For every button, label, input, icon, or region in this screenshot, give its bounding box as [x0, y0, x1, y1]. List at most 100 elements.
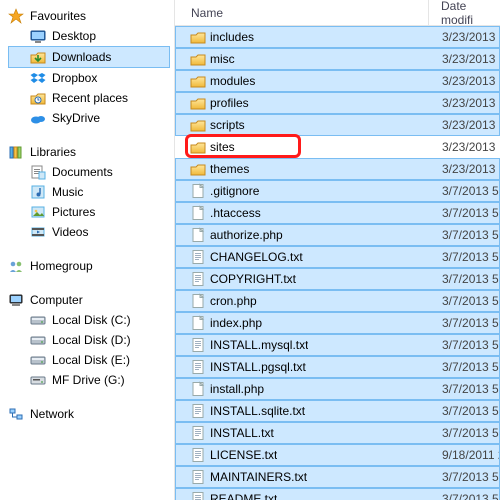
file-name: .gitignore: [210, 184, 259, 198]
nav-favourites-label: Favourites: [30, 9, 86, 23]
nav-network[interactable]: Network: [8, 404, 170, 424]
file-date: 3/7/2013 5:0: [430, 184, 499, 198]
column-header-name[interactable]: Name: [175, 0, 429, 25]
hdd-icon: [30, 312, 46, 328]
file-row[interactable]: INSTALL.sqlite.txt 3/7/2013 5:0: [175, 400, 500, 422]
nav-libraries-icon: [8, 144, 24, 160]
folder-icon: [190, 139, 206, 155]
file-icon: [190, 315, 206, 331]
file-row[interactable]: INSTALL.txt3/7/2013 5:0: [175, 422, 500, 444]
nav-item-label: Dropbox: [52, 71, 97, 85]
nav-libraries-label: Libraries: [30, 145, 76, 159]
file-date: 3/7/2013 5:0: [430, 360, 499, 374]
file-name: COPYRIGHT.txt: [210, 272, 296, 286]
file-name: index.php: [210, 316, 262, 330]
file-row[interactable]: INSTALL.mysql.txt3/7/2013 5:0: [175, 334, 500, 356]
file-name-cell: authorize.php: [176, 227, 430, 243]
file-row[interactable]: themes3/23/2013 1: [175, 158, 500, 180]
nav-item-label: SkyDrive: [52, 111, 100, 125]
lib-music-icon: [30, 184, 46, 200]
file-date: 3/7/2013 5:0: [430, 470, 499, 484]
file-name: misc: [210, 52, 235, 66]
nav-item-recent[interactable]: Recent places: [8, 88, 170, 108]
file-name-cell: COPYRIGHT.txt: [176, 271, 430, 287]
file-row[interactable]: INSTALL.pgsql.txt3/7/2013 5:0: [175, 356, 500, 378]
file-row[interactable]: COPYRIGHT.txt3/7/2013 5:0: [175, 268, 500, 290]
nav-computer[interactable]: Computer: [8, 290, 170, 310]
nav-item-documents[interactable]: Documents: [8, 162, 170, 182]
file-row[interactable]: .gitignore 3/7/2013 5:0: [175, 180, 500, 202]
file-name-cell: LICENSE.txt: [176, 447, 430, 463]
nav-item-d[interactable]: Local Disk (D:): [8, 330, 170, 350]
recent-icon: [30, 90, 46, 106]
file-name: authorize.php: [210, 228, 283, 242]
file-date: 3/7/2013 5:0: [430, 382, 499, 396]
file-row[interactable]: sites3/23/2013 1: [175, 136, 500, 158]
nav-item-g[interactable]: MF Drive (G:): [8, 370, 170, 390]
nav-item-label: Recent places: [52, 91, 128, 105]
nav-item-videos[interactable]: Videos: [8, 222, 170, 242]
file-row[interactable]: profiles3/23/2013 1: [175, 92, 500, 114]
nav-item-music[interactable]: Music: [8, 182, 170, 202]
nav-item-label: Videos: [52, 225, 88, 239]
folder-icon: [190, 161, 206, 177]
file-row[interactable]: CHANGELOG.txt3/7/2013 5:0: [175, 246, 500, 268]
nav-homegroup[interactable]: Homegroup: [8, 256, 170, 276]
text-icon: [190, 469, 206, 485]
text-icon: [190, 337, 206, 353]
file-row[interactable]: README.txt3/7/2013 5:0: [175, 488, 500, 500]
nav-item-label: Pictures: [52, 205, 95, 219]
file-name: INSTALL.sqlite.txt: [210, 404, 305, 418]
nav-item-label: Music: [52, 185, 83, 199]
nav-item-label: Downloads: [52, 50, 111, 64]
folder-icon: [190, 73, 206, 89]
file-row[interactable]: cron.php3/7/2013 5:0: [175, 290, 500, 312]
folder-icon: [190, 29, 206, 45]
lib-vid-icon: [30, 224, 46, 240]
file-name-cell: INSTALL.sqlite.txt: [176, 403, 430, 419]
file-name-cell: sites: [176, 139, 430, 155]
text-icon: [190, 403, 206, 419]
file-row[interactable]: misc3/23/2013 1: [175, 48, 500, 70]
file-row[interactable]: includes3/23/2013 1: [175, 26, 500, 48]
file-date: 3/7/2013 5:0: [430, 492, 499, 500]
nav-item-label: Local Disk (E:): [52, 353, 130, 367]
column-header-date[interactable]: Date modifi: [429, 0, 500, 25]
hdd-icon: [30, 332, 46, 348]
file-name: MAINTAINERS.txt: [210, 470, 307, 484]
file-date: 3/7/2013 5:0: [430, 404, 499, 418]
content-pane: Name Date modifi includes3/23/2013 1misc…: [175, 0, 500, 500]
file-date: 3/23/2013 1: [430, 162, 499, 176]
nav-item-e[interactable]: Local Disk (E:): [8, 350, 170, 370]
nav-homegroup-icon: [8, 258, 24, 274]
file-row[interactable]: .htaccess3/7/2013 5:0: [175, 202, 500, 224]
desktop-icon: [30, 28, 46, 44]
column-headers: Name Date modifi: [175, 0, 500, 26]
nav-item-skydrive[interactable]: SkyDrive: [8, 108, 170, 128]
nav-libraries[interactable]: Libraries: [8, 142, 170, 162]
file-row[interactable]: index.php3/7/2013 5:0: [175, 312, 500, 334]
file-icon: [190, 183, 206, 199]
drive-icon: [30, 372, 46, 388]
file-date: 3/7/2013 5:0: [430, 294, 499, 308]
nav-item-pictures[interactable]: Pictures: [8, 202, 170, 222]
file-row[interactable]: LICENSE.txt9/18/2011 2: [175, 444, 500, 466]
nav-favourites[interactable]: Favourites: [8, 6, 170, 26]
nav-network-icon: [8, 406, 24, 422]
nav-item-dropbox[interactable]: Dropbox: [8, 68, 170, 88]
file-name-cell: cron.php: [176, 293, 430, 309]
nav-item-downloads[interactable]: Downloads: [8, 46, 170, 68]
nav-item-desktop[interactable]: Desktop: [8, 26, 170, 46]
nav-item-c[interactable]: Local Disk (C:): [8, 310, 170, 330]
file-row[interactable]: install.php3/7/2013 5:0: [175, 378, 500, 400]
navigation-pane: Favourites Desktop Downloads Dropbox Recent …: [0, 0, 175, 500]
file-row[interactable]: authorize.php3/7/2013 5:0: [175, 224, 500, 246]
file-row[interactable]: scripts3/23/2013 1: [175, 114, 500, 136]
file-icon: [190, 205, 206, 221]
file-row[interactable]: modules3/23/2013 1: [175, 70, 500, 92]
file-row[interactable]: MAINTAINERS.txt 3/7/2013 5:0: [175, 466, 500, 488]
lib-doc-icon: [30, 164, 46, 180]
text-icon: [190, 491, 206, 500]
file-name: .htaccess: [210, 206, 261, 220]
file-name-cell: scripts: [176, 117, 430, 133]
